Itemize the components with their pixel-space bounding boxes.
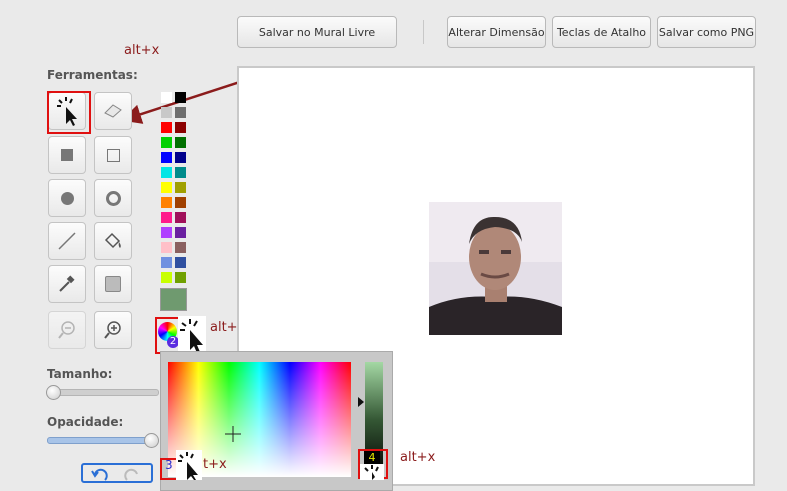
filled-circle-tool[interactable] (48, 179, 86, 217)
zoom-out-tool[interactable] (48, 311, 86, 349)
line-icon (58, 232, 76, 250)
shape-fill-tool[interactable] (94, 265, 132, 303)
color-swatch[interactable] (175, 227, 186, 238)
color-swatch[interactable] (161, 122, 172, 133)
shortcut-number-badge: 3 (165, 458, 173, 472)
redo-icon[interactable] (121, 468, 143, 482)
color-swatch[interactable] (175, 212, 186, 223)
color-swatch[interactable] (161, 137, 172, 148)
size-slider[interactable] (47, 389, 159, 396)
current-color-swatch[interactable] (160, 288, 187, 311)
color-swatch[interactable] (161, 167, 172, 178)
zoom-out-icon (58, 321, 75, 339)
change-size-button[interactable]: Alterar Dimensão (447, 16, 546, 48)
color-swatch[interactable] (161, 227, 172, 238)
color-swatch[interactable] (175, 167, 186, 178)
selection-highlight (47, 91, 91, 134)
opacity-label: Opacidade: (47, 415, 124, 429)
gradient-shortcut-annotation: alt+x (400, 450, 436, 465)
cursor-click-icon (180, 319, 203, 353)
color-swatch[interactable] (175, 152, 186, 163)
eyedropper-tool[interactable] (48, 265, 86, 303)
eyedropper-icon (59, 275, 75, 292)
history-buttons (81, 463, 153, 483)
zoom-in-tool[interactable] (94, 311, 132, 349)
color-swatch[interactable] (175, 107, 186, 118)
bottom-left-annotation: t+x (203, 457, 227, 472)
line-tool[interactable] (48, 222, 86, 260)
color-swatch[interactable] (175, 137, 186, 148)
photo-image (429, 202, 562, 335)
color-swatch[interactable] (175, 257, 186, 268)
shortcut-annotation: alt+x (124, 43, 160, 58)
color-swatch[interactable] (175, 92, 186, 103)
size-slider-handle[interactable] (46, 385, 61, 400)
shortcuts-button[interactable]: Teclas de Atalho (552, 16, 651, 48)
save-to-mural-button[interactable]: Salvar no Mural Livre (237, 16, 397, 48)
opacity-slider-handle[interactable] (144, 433, 159, 448)
person-portrait-image (429, 202, 562, 335)
square-outline-icon (106, 148, 120, 162)
color-swatch[interactable] (161, 152, 172, 163)
color-swatch[interactable] (161, 242, 172, 253)
rectangle-outline-tool[interactable] (94, 136, 132, 174)
cursor-click-icon (178, 452, 198, 480)
crosshair-icon (225, 426, 241, 442)
toolbar-divider (423, 20, 424, 44)
zoom-in-icon (104, 321, 121, 339)
eraser-icon (104, 104, 122, 118)
rounded-square-icon (105, 276, 121, 292)
color-swatch[interactable] (161, 197, 172, 208)
color-swatch[interactable] (175, 197, 186, 208)
color-swatch[interactable] (161, 107, 172, 118)
size-label: Tamanho: (47, 367, 113, 381)
color-swatch[interactable] (161, 212, 172, 223)
circle-outline-tool[interactable] (94, 179, 132, 217)
save-png-button[interactable]: Salvar como PNG (657, 16, 756, 48)
brightness-marker-icon[interactable] (358, 397, 364, 407)
eraser-tool[interactable] (94, 92, 132, 130)
shortcut-number-badge: 4 (364, 451, 380, 464)
color-swatch[interactable] (161, 182, 172, 193)
filled-rectangle-tool[interactable] (48, 136, 86, 174)
paint-bucket-tool[interactable] (94, 222, 132, 260)
paint-bucket-icon (104, 232, 121, 249)
undo-icon[interactable] (89, 468, 111, 482)
color-swatch[interactable] (161, 257, 172, 268)
opacity-slider[interactable] (47, 437, 157, 444)
cursor-click-annotation (176, 450, 202, 480)
color-swatch[interactable] (161, 272, 172, 283)
filled-square-icon (61, 149, 73, 161)
color-swatch[interactable] (175, 122, 186, 133)
filled-circle-icon (60, 191, 74, 205)
circle-outline-icon (105, 190, 121, 206)
cursor-click-annotation (178, 316, 206, 354)
color-swatch[interactable] (161, 92, 172, 103)
color-swatch[interactable] (175, 272, 186, 283)
color-swatch[interactable] (175, 182, 186, 193)
color-swatch[interactable] (175, 242, 186, 253)
